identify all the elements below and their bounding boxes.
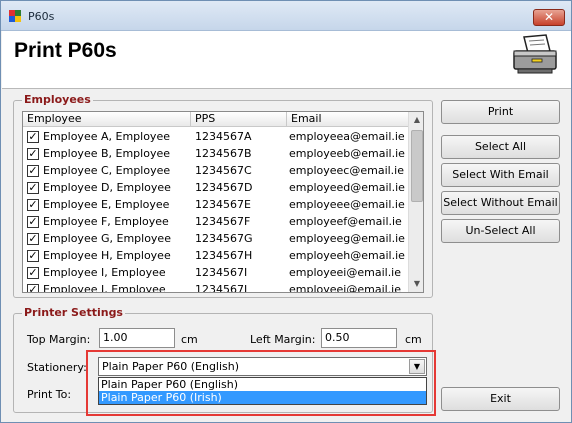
email-cell: employeeb@email.ie <box>289 147 405 160</box>
row-checkbox[interactable]: ✓ <box>27 284 39 292</box>
top-margin-label: Top Margin: <box>27 333 91 346</box>
pps-cell: 1234567J <box>195 283 248 293</box>
email-cell: employeeg@email.ie <box>289 232 405 245</box>
employee-name-cell: Employee B, Employee <box>43 147 170 160</box>
select-without-email-button[interactable]: Select Without Email <box>441 191 560 215</box>
page-title: Print P60s <box>14 39 117 62</box>
pps-cell: 1234567I <box>195 266 248 279</box>
scroll-down-icon[interactable]: ▼ <box>409 276 423 292</box>
close-icon: ✕ <box>543 10 555 24</box>
annotation-highlight-box <box>86 350 436 416</box>
table-row[interactable]: ✓ Employee I, Employee 1234567I employeei@e… <box>23 264 409 281</box>
select-with-email-button[interactable]: Select With Email <box>441 163 560 187</box>
email-cell: employeeh@email.ie <box>289 249 405 262</box>
left-margin-unit: cm <box>405 333 422 346</box>
grid-header: Employee PPS Email <box>23 112 409 127</box>
pps-cell: 1234567E <box>195 198 251 211</box>
row-checkbox[interactable]: ✓ <box>27 182 39 194</box>
row-checkbox[interactable]: ✓ <box>27 131 39 143</box>
print-to-label: Print To: <box>27 388 72 401</box>
title-bar: P60s ✕ <box>1 1 571 31</box>
employee-name-cell: Employee D, Employee <box>43 181 171 194</box>
pps-cell: 1234567G <box>195 232 253 245</box>
email-cell: employeee@email.ie <box>289 198 405 211</box>
unselect-all-button[interactable]: Un-Select All <box>441 219 560 243</box>
employees-grid[interactable]: Employee PPS Email ✓ Employee A, Employee… <box>22 111 424 293</box>
table-row[interactable]: ✓ Employee J, Employee 1234567J employeej@e… <box>23 281 409 293</box>
print-button[interactable]: Print <box>441 100 560 124</box>
grid-vertical-scrollbar[interactable]: ▲ ▼ <box>408 112 423 292</box>
table-row[interactable]: ✓ Employee G, Employee 1234567G employeeg@e… <box>23 230 409 247</box>
row-checkbox[interactable]: ✓ <box>27 199 39 211</box>
employee-name-cell: Employee A, Employee <box>43 130 170 143</box>
printer-icon <box>513 34 557 74</box>
row-checkbox[interactable]: ✓ <box>27 250 39 262</box>
pps-cell: 1234567H <box>195 249 253 262</box>
column-header-email[interactable]: Email <box>287 112 409 127</box>
pps-cell: 1234567F <box>195 215 251 228</box>
email-cell: employeed@email.ie <box>289 181 405 194</box>
table-row[interactable]: ✓ Employee E, Employee 1234567E employeee@e… <box>23 196 409 213</box>
row-checkbox[interactable]: ✓ <box>27 148 39 160</box>
email-cell: employeef@email.ie <box>289 215 402 228</box>
employee-name-cell: Employee F, Employee <box>43 215 169 228</box>
exit-button[interactable]: Exit <box>441 387 560 411</box>
scroll-up-icon[interactable]: ▲ <box>409 112 423 128</box>
table-row[interactable]: ✓ Employee D, Employee 1234567D employeed@e… <box>23 179 409 196</box>
employee-name-cell: Employee H, Employee <box>43 249 171 262</box>
pps-cell: 1234567A <box>195 130 252 143</box>
email-cell: employeec@email.ie <box>289 164 405 177</box>
row-checkbox[interactable]: ✓ <box>27 165 39 177</box>
table-row[interactable]: ✓ Employee H, Employee 1234567H employeeh@e… <box>23 247 409 264</box>
row-checkbox[interactable]: ✓ <box>27 233 39 245</box>
pps-cell: 1234567C <box>195 164 252 177</box>
email-cell: employeei@email.ie <box>289 266 402 279</box>
app-icon <box>9 10 21 22</box>
table-row[interactable]: ✓ Employee F, Employee 1234567F employeef@e… <box>23 213 409 230</box>
employee-name-cell: Employee G, Employee <box>43 232 171 245</box>
close-button[interactable]: ✕ <box>533 9 565 26</box>
scroll-thumb[interactable] <box>411 130 423 202</box>
column-header-employee[interactable]: Employee <box>23 112 191 127</box>
row-checkbox[interactable]: ✓ <box>27 216 39 228</box>
employee-name-cell: Employee J, Employee <box>43 283 166 293</box>
email-cell: employeea@email.ie <box>289 130 405 143</box>
email-cell: employeej@email.ie <box>289 283 402 293</box>
table-row[interactable]: ✓ Employee A, Employee 1234567A employeea@e… <box>23 128 409 145</box>
employee-name-cell: Employee E, Employee <box>43 198 170 211</box>
table-row[interactable]: ✓ Employee B, Employee 1234567B employeeb@e… <box>23 145 409 162</box>
pps-cell: 1234567D <box>195 181 253 194</box>
left-margin-label: Left Margin: <box>250 333 316 346</box>
row-checkbox[interactable]: ✓ <box>27 267 39 279</box>
pps-cell: 1234567B <box>195 147 252 160</box>
column-header-pps[interactable]: PPS <box>191 112 287 127</box>
select-all-button[interactable]: Select All <box>441 135 560 159</box>
printer-settings-group-label: Printer Settings <box>22 306 125 319</box>
table-row[interactable]: ✓ Employee C, Employee 1234567C employeec@e… <box>23 162 409 179</box>
employees-group-label: Employees <box>22 93 93 106</box>
employee-name-cell: Employee I, Employee <box>43 266 166 279</box>
stationery-label: Stationery: <box>27 361 87 374</box>
top-margin-input[interactable]: 1.00 <box>99 328 175 348</box>
top-margin-unit: cm <box>181 333 198 346</box>
p60s-window: P60s ✕ Print P60s Employees Employee PPS… <box>0 0 572 423</box>
left-margin-input[interactable]: 0.50 <box>321 328 397 348</box>
employee-name-cell: Employee C, Employee <box>43 164 171 177</box>
window-title: P60s <box>28 10 55 23</box>
page-header: Print P60s <box>2 31 571 89</box>
